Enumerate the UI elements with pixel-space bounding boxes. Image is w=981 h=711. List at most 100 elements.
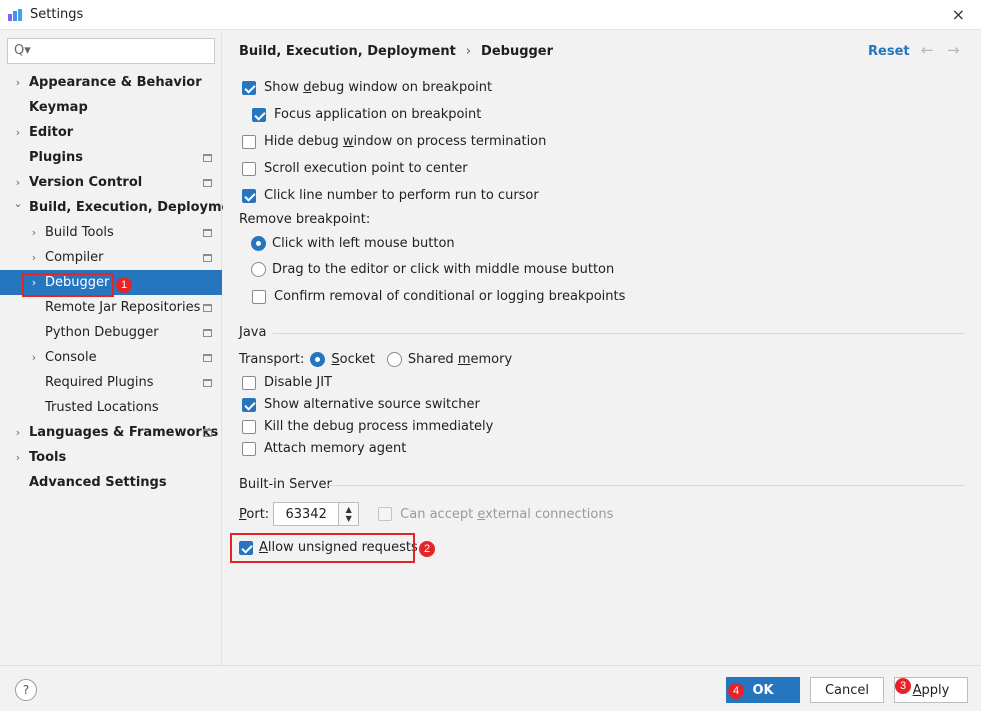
sidebar-item-label: Tools: [29, 450, 67, 465]
chevron-right-icon[interactable]: ›: [13, 176, 23, 189]
back-arrow-icon[interactable]: ←: [921, 41, 934, 59]
annotation-badge-4: 4: [728, 683, 744, 699]
sidebar-item-build-tools[interactable]: › Build Tools: [0, 220, 222, 245]
port-row: Port: 63342 ▲ ▼ Can accept external conn…: [239, 502, 613, 526]
sidebar-item-label: Build, Execution, Deployment: [29, 200, 246, 215]
radio-label: Click with left mouse button: [272, 236, 455, 251]
checkbox-icon[interactable]: [242, 134, 256, 149]
spinner-down-icon[interactable]: ▼: [346, 514, 352, 523]
sidebar-item-python-debugger[interactable]: Python Debugger: [0, 320, 222, 345]
app-logo-icon: [8, 9, 22, 21]
sidebar-item-remote-jar-repositories[interactable]: Remote Jar Repositories: [0, 295, 222, 320]
port-spinner[interactable]: ▲ ▼: [339, 502, 360, 526]
sidebar-item-label: Python Debugger: [45, 325, 159, 340]
checkbox-label: Disable JIT: [264, 375, 332, 390]
checkbox-icon[interactable]: [252, 107, 266, 122]
drag-editor-radio[interactable]: Drag to the editor or click with middle …: [251, 262, 614, 277]
sidebar-item-label: Version Control: [29, 175, 143, 190]
attach-memory-agent-checkbox[interactable]: Attach memory agent: [242, 441, 406, 456]
checkbox-icon[interactable]: [242, 397, 256, 412]
help-button[interactable]: ?: [15, 679, 37, 701]
reset-link[interactable]: Reset: [868, 44, 910, 59]
socket-label: Socket: [331, 352, 375, 367]
sidebar-item-compiler[interactable]: › Compiler: [0, 245, 222, 270]
checkbox-icon[interactable]: [252, 289, 266, 304]
spinner-up-icon[interactable]: ▲: [346, 505, 352, 514]
annotation-badge-1: 1: [116, 277, 132, 293]
sidebar-item-label: Required Plugins: [45, 375, 154, 390]
port-input[interactable]: 63342: [273, 502, 340, 526]
sidebar-item-keymap[interactable]: Keymap: [0, 95, 222, 120]
search-input[interactable]: Q▾: [7, 38, 215, 64]
checkbox-label: Scroll execution point to center: [264, 161, 468, 176]
sidebar-item-required-plugins[interactable]: Required Plugins: [0, 370, 222, 395]
sidebar-item-trusted-locations[interactable]: Trusted Locations: [0, 395, 222, 420]
sidebar-item-label: Build Tools: [45, 225, 114, 240]
checkbox-label: Click line number to perform run to curs…: [264, 188, 539, 203]
external-connections-checkbox[interactable]: [378, 507, 393, 521]
chevron-right-icon[interactable]: ›: [29, 226, 39, 239]
project-settings-icon: [203, 154, 212, 162]
builtin-server-title: Built-in Server: [239, 477, 332, 492]
show-debug-window-checkbox[interactable]: Show debug window on breakpoint: [242, 80, 492, 95]
checkbox-icon[interactable]: [242, 375, 256, 390]
disable-jit-checkbox[interactable]: Disable JIT: [242, 375, 332, 390]
checkbox-label: Focus application on breakpoint: [274, 107, 482, 122]
java-section-title: Java: [239, 325, 267, 340]
hide-debug-window-checkbox[interactable]: Hide debug window on process termination: [242, 134, 546, 149]
chevron-right-icon[interactable]: ›: [13, 126, 23, 139]
sidebar-item-version-control[interactable]: › Version Control: [0, 170, 222, 195]
scroll-execution-checkbox[interactable]: Scroll execution point to center: [242, 161, 468, 176]
checkbox-icon[interactable]: [242, 80, 256, 95]
sidebar-item-label: Compiler: [45, 250, 104, 265]
confirm-removal-checkbox[interactable]: Confirm removal of conditional or loggin…: [252, 289, 625, 304]
external-connections-label: Can accept external connections: [400, 506, 614, 522]
focus-application-checkbox[interactable]: Focus application on breakpoint: [252, 107, 481, 122]
builtin-server-separator: [328, 485, 965, 486]
sidebar-item-advanced-settings[interactable]: Advanced Settings: [0, 470, 222, 495]
shared-memory-radio[interactable]: [386, 352, 402, 367]
chevron-right-icon[interactable]: ›: [13, 451, 23, 464]
chevron-down-icon[interactable]: ⌄: [13, 197, 23, 210]
project-settings-icon: [203, 429, 212, 437]
window-title: Settings: [30, 7, 84, 22]
breadcrumb: Build, Execution, Deployment › Debugger: [239, 44, 553, 59]
checkbox-label: Show debug window on breakpoint: [264, 80, 493, 95]
sidebar-item-tools[interactable]: › Tools: [0, 445, 222, 470]
project-settings-icon: [203, 329, 212, 337]
annotation-badge-2: 2: [419, 541, 435, 557]
checkbox-label: Confirm removal of conditional or loggin…: [274, 289, 626, 304]
chevron-right-icon[interactable]: ›: [29, 351, 39, 364]
project-settings-icon: [203, 254, 212, 262]
breadcrumb-parent[interactable]: Build, Execution, Deployment: [239, 44, 456, 59]
left-click-radio[interactable]: Click with left mouse button: [251, 236, 455, 251]
alt-source-switcher-checkbox[interactable]: Show alternative source switcher: [242, 397, 480, 412]
forward-arrow-icon[interactable]: →: [947, 41, 960, 59]
click-line-number-checkbox[interactable]: Click line number to perform run to curs…: [242, 188, 539, 203]
kill-debug-checkbox[interactable]: Kill the debug process immediately: [242, 419, 493, 434]
checkbox-icon[interactable]: [242, 188, 256, 203]
search-icon: Q▾: [14, 43, 31, 58]
radio-icon[interactable]: [251, 236, 266, 251]
sidebar-item-editor[interactable]: › Editor: [0, 120, 222, 145]
checkbox-icon[interactable]: [242, 419, 256, 434]
sidebar-item-label: Appearance & Behavior: [29, 75, 202, 90]
sidebar-item-label: Languages & Frameworks: [29, 425, 219, 440]
sidebar-item-plugins[interactable]: Plugins: [0, 145, 222, 170]
checkbox-icon[interactable]: [242, 441, 256, 456]
project-settings-icon: [203, 354, 212, 362]
radio-icon[interactable]: [251, 262, 266, 277]
close-icon[interactable]: ×: [952, 5, 965, 24]
annotation-highlight-debugger: [22, 273, 114, 297]
radio-label: Drag to the editor or click with middle …: [272, 262, 615, 277]
chevron-right-icon[interactable]: ›: [29, 251, 39, 264]
socket-radio[interactable]: [310, 352, 326, 367]
sidebar-item-console[interactable]: › Console: [0, 345, 222, 370]
chevron-right-icon[interactable]: ›: [13, 426, 23, 439]
cancel-button[interactable]: Cancel: [810, 677, 884, 703]
sidebar-item-appearance-behavior[interactable]: › Appearance & Behavior: [0, 70, 222, 95]
sidebar-item-build-execution-deployment[interactable]: ⌄ Build, Execution, Deployment: [0, 195, 245, 220]
checkbox-icon[interactable]: [242, 161, 256, 176]
sidebar-item-languages-frameworks[interactable]: › Languages & Frameworks: [0, 420, 222, 445]
chevron-right-icon[interactable]: ›: [13, 76, 23, 89]
